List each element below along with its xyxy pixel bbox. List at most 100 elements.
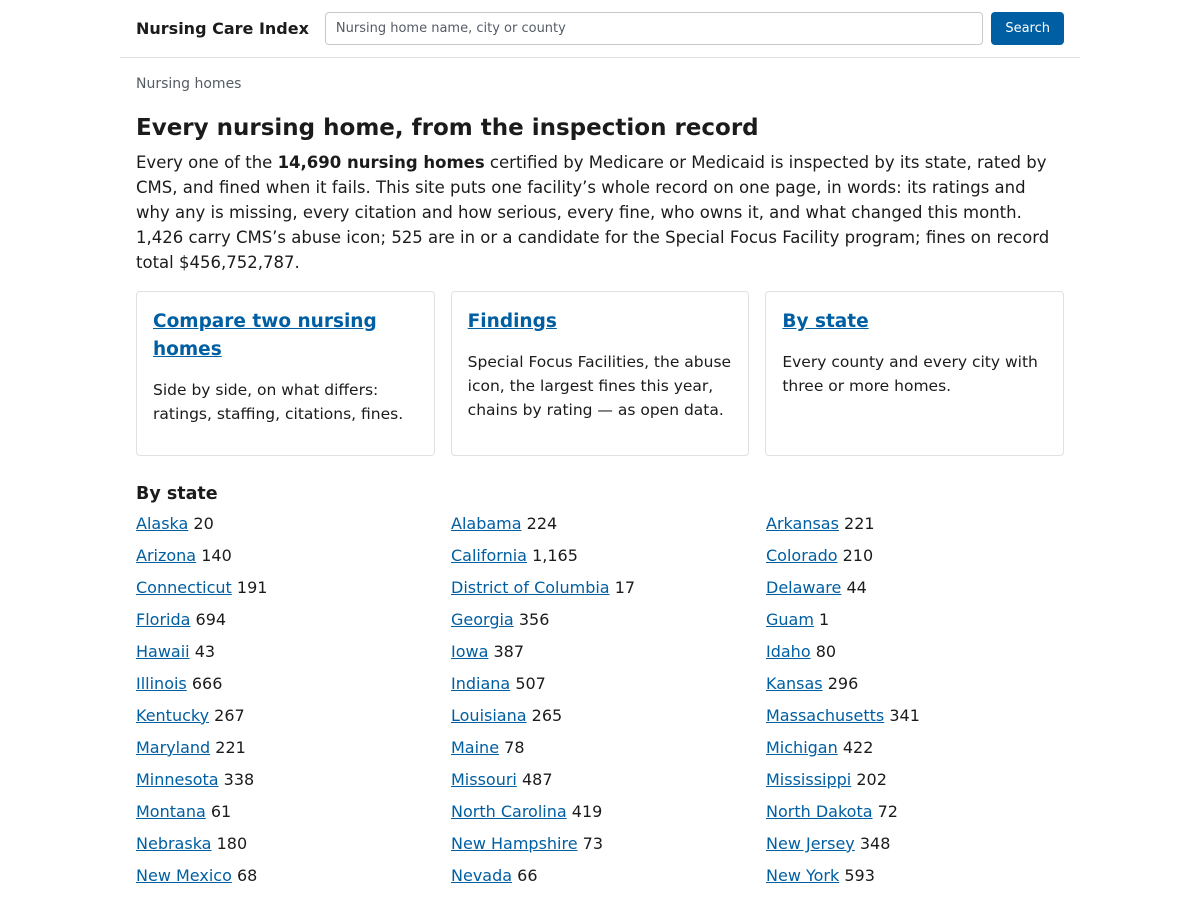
state-link[interactable]: Iowa (451, 642, 488, 661)
state-home-count: 78 (504, 737, 525, 757)
site-header: Nursing Care Index Search (120, 0, 1080, 58)
state-home-count: 1 (819, 609, 830, 629)
state-home-count: 487 (521, 769, 553, 789)
state-list-item: Kentucky 267 (136, 704, 451, 736)
state-home-count: 202 (856, 769, 887, 789)
state-link[interactable]: Arkansas (766, 514, 839, 533)
intro-paragraph: Every one of the 14,690 nursing homes ce… (136, 150, 1064, 275)
state-home-count: 387 (493, 641, 525, 661)
state-home-count: 338 (223, 769, 255, 789)
state-list-item: Nevada 66 (451, 864, 766, 896)
state-list-item: North Dakota 72 (766, 800, 1081, 832)
state-home-count: 694 (195, 609, 227, 629)
findings-link[interactable]: Findings (468, 308, 733, 336)
main-content: Nursing homes Every nursing home, from t… (120, 76, 1080, 900)
state-link[interactable]: New Mexico (136, 866, 232, 885)
state-link[interactable]: New Hampshire (451, 834, 578, 853)
feature-cards: Compare two nursing homes Side by side, … (136, 290, 1065, 456)
state-link[interactable]: Michigan (766, 738, 838, 757)
state-home-count: 1,165 (532, 545, 578, 565)
intro-home-count: 14,690 nursing homes (277, 152, 485, 172)
state-list-item: Arizona 140 (136, 544, 451, 576)
state-list-item: Oklahoma 283 (451, 896, 766, 900)
state-list-item: Iowa 387 (451, 640, 766, 672)
state-link[interactable]: Minnesota (136, 770, 219, 789)
state-home-count: 348 (859, 833, 891, 853)
state-list-item: Hawaii 43 (136, 640, 451, 672)
state-home-count: 73 (582, 833, 604, 853)
state-home-count: 20 (193, 513, 214, 533)
state-home-count: 68 (236, 865, 258, 885)
state-link[interactable]: Nevada (451, 866, 512, 885)
state-list-item: Michigan 422 (766, 736, 1081, 768)
state-list-item: Indiana 507 (451, 672, 766, 704)
state-link[interactable]: Illinois (136, 674, 187, 693)
state-link[interactable]: Montana (136, 802, 206, 821)
state-link[interactable]: Maryland (136, 738, 210, 757)
state-home-count: 180 (216, 833, 248, 853)
card-findings-text: Special Focus Facilities, the abuse icon… (467, 352, 732, 419)
card-compare-text: Side by side, on what differs: ratings, … (153, 380, 404, 423)
state-home-count: 221 (215, 737, 246, 757)
state-list-item: Montana 61 (136, 800, 451, 832)
state-home-count: 191 (236, 577, 268, 597)
state-home-count: 356 (518, 609, 550, 629)
state-list-item: Mississippi 202 (766, 768, 1081, 800)
state-link[interactable]: Georgia (451, 610, 514, 629)
state-link[interactable]: Hawaii (136, 642, 190, 661)
state-link[interactable]: Idaho (766, 642, 811, 661)
state-list-item: Arkansas 221 (766, 512, 1081, 544)
state-link[interactable]: New Jersey (766, 834, 855, 853)
card-by-state-text: Every county and every city with three o… (782, 352, 1038, 395)
state-link[interactable]: Arizona (136, 546, 196, 565)
state-list-item: Louisiana 265 (451, 704, 766, 736)
state-link[interactable]: Guam (766, 610, 814, 629)
card-findings: Findings Special Focus Facilities, the a… (450, 290, 750, 456)
state-link[interactable]: Kansas (766, 674, 823, 693)
site-brand[interactable]: Nursing Care Index (136, 19, 309, 38)
state-link[interactable]: Florida (136, 610, 190, 629)
state-link[interactable]: California (451, 546, 527, 565)
states-list: Alaska 20 Alabama 224 Arkansas 221 Arizona … (136, 512, 1064, 900)
state-list-item: Guam 1 (766, 608, 1081, 640)
state-link[interactable]: Kentucky (136, 706, 209, 725)
breadcrumb[interactable]: Nursing homes (136, 76, 1064, 92)
state-list-item: Missouri 487 (451, 768, 766, 800)
page-title: Every nursing home, from the inspection … (136, 115, 759, 141)
state-link[interactable]: Maine (451, 738, 499, 757)
state-home-count: 44 (846, 577, 867, 597)
state-link[interactable]: Alaska (136, 514, 188, 533)
state-list-item: Maine 78 (451, 736, 766, 768)
state-list-item: Maryland 221 (136, 736, 451, 768)
by-state-link[interactable]: By state (782, 308, 1047, 336)
state-link[interactable]: North Carolina (451, 802, 567, 821)
state-list-item: Massachusetts 341 (766, 704, 1081, 736)
state-link[interactable]: Delaware (766, 578, 841, 597)
card-compare: Compare two nursing homes Side by side, … (136, 290, 435, 456)
state-home-count: 267 (214, 705, 245, 725)
state-list-item: Georgia 356 (451, 608, 766, 640)
state-link[interactable]: Indiana (451, 674, 510, 693)
state-list-item: New Jersey 348 (766, 832, 1081, 864)
state-link[interactable]: North Dakota (766, 802, 873, 821)
state-link[interactable]: New York (766, 866, 839, 885)
state-link[interactable]: Massachusetts (766, 706, 884, 725)
search-input[interactable] (324, 12, 984, 45)
state-link[interactable]: Nebraska (136, 834, 211, 853)
state-home-count: 61 (210, 801, 232, 821)
state-link[interactable]: Mississippi (766, 770, 851, 789)
compare-link[interactable]: Compare two nursing homes (153, 308, 418, 364)
states-heading: By state (136, 483, 218, 504)
state-link[interactable]: Colorado (766, 546, 838, 565)
state-link[interactable]: Alabama (451, 514, 522, 533)
state-link[interactable]: Louisiana (451, 706, 527, 725)
state-home-count: 341 (889, 705, 920, 725)
state-home-count: 419 (571, 801, 603, 821)
state-link[interactable]: District of Columbia (451, 578, 610, 597)
state-link[interactable]: Connecticut (136, 578, 232, 597)
search-button[interactable]: Search (991, 12, 1064, 45)
state-link[interactable]: Missouri (451, 770, 517, 789)
state-list-item: District of Columbia 17 (451, 576, 766, 608)
state-list-item: Illinois 666 (136, 672, 451, 704)
state-home-count: 224 (526, 513, 558, 533)
